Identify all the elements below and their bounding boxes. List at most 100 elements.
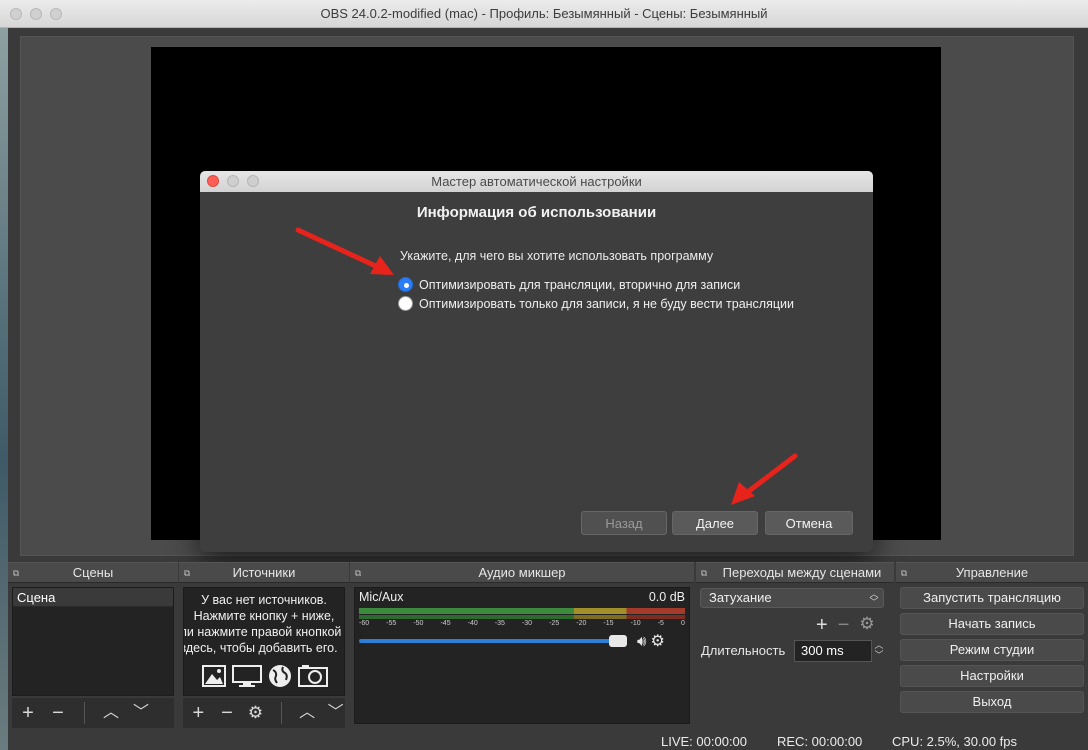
- meter-tick-label: -30: [521, 620, 533, 627]
- controls-dock: ⧉ Управление Запустить трансляцию Начать…: [896, 562, 1088, 730]
- move-up-icon[interactable]: ︿: [101, 703, 121, 723]
- dialog-title: Мастер автоматической настройки: [431, 174, 642, 189]
- updown-chevron-icon: ︿ ﹀: [869, 589, 879, 607]
- next-button[interactable]: Далее: [672, 511, 758, 535]
- dialog-description: Укажите, для чего вы хотите использовать…: [400, 249, 714, 263]
- empty-line: или нажмите правой кнопкой: [184, 625, 342, 639]
- scenes-dock-title: ⧉ Сцены: [8, 562, 178, 583]
- window-titlebar: OBS 24.0.2-modified (mac) - Профиль: Без…: [0, 0, 1088, 28]
- radio-option-streaming[interactable]: Оптимизировать для трансляции, вторично …: [398, 277, 740, 292]
- mixer-channel-header: Mic/Aux 0.0 dB: [355, 588, 689, 606]
- radio-label: Оптимизировать только для записи, я не б…: [419, 296, 794, 311]
- camera-icon: [297, 665, 328, 687]
- dock-area: ⧉ Сцены Сцена + − ︿ ﹀ ⧉ Источники У вас …: [8, 562, 1088, 730]
- image-icon: [201, 665, 226, 687]
- radio-label: Оптимизировать для трансляции, вторично …: [419, 277, 741, 292]
- transition-buttons: + − ⚙: [816, 614, 875, 637]
- cpu-status: CPU: 2.5%, 30.00 fps: [892, 734, 1018, 749]
- dialog-heading: Информация об использовании: [416, 204, 657, 221]
- meter-tick-label: -15: [603, 620, 614, 627]
- volume-meter: [359, 608, 685, 614]
- globe-icon: [268, 665, 291, 687]
- settings-button[interactable]: Настройки: [900, 665, 1084, 687]
- duration-input[interactable]: 300 ms: [794, 640, 872, 662]
- meter-tick-label: 0: [680, 620, 685, 627]
- empty-line: У вас нет источников.: [201, 593, 327, 607]
- meter-tick-label: -10: [630, 620, 641, 627]
- add-icon[interactable]: +: [189, 703, 208, 723]
- gear-icon[interactable]: ⚙: [859, 614, 874, 637]
- gear-icon[interactable]: ⚙: [650, 631, 664, 651]
- source-type-icons: [184, 664, 344, 688]
- volume-slider-handle[interactable]: [609, 635, 627, 647]
- dock-float-icon[interactable]: ⧉: [182, 568, 192, 578]
- gear-icon[interactable]: ⚙: [246, 703, 265, 723]
- transition-selected: Затухание: [709, 590, 772, 605]
- back-button[interactable]: Назад: [581, 511, 667, 535]
- auto-config-wizard-dialog: Мастер автоматической настройки Информац…: [200, 171, 873, 552]
- dock-float-icon[interactable]: ⧉: [899, 568, 909, 578]
- studio-mode-button[interactable]: Режим студии: [900, 639, 1084, 661]
- remove-icon[interactable]: −: [48, 703, 68, 723]
- scene-list-item[interactable]: Сцена: [13, 588, 173, 607]
- remove-icon[interactable]: −: [838, 614, 850, 637]
- rec-status: REC: 00:00:00: [777, 734, 863, 749]
- speaker-icon[interactable]: 🔊︎: [637, 633, 646, 650]
- mixer-dock-title: ⧉ Аудио микшер: [350, 562, 694, 583]
- meter-tick-label: -45: [440, 620, 451, 627]
- display-icon: [231, 665, 262, 687]
- controls-title-label: Управление: [955, 565, 1029, 580]
- toolbar-separator: [84, 702, 85, 724]
- transitions-dock: ⧉ Переходы между сценами Затухание ︿ ﹀ + …: [696, 562, 894, 730]
- dock-float-icon[interactable]: ⧉: [353, 568, 363, 578]
- meter-tick-label: -20: [576, 620, 587, 627]
- start-streaming-button[interactable]: Запустить трансляцию: [900, 587, 1084, 609]
- dock-float-icon[interactable]: ⧉: [11, 568, 21, 578]
- cancel-button[interactable]: Отмена: [765, 511, 853, 535]
- remove-icon[interactable]: −: [218, 703, 237, 723]
- window-title: OBS 24.0.2-modified (mac) - Профиль: Без…: [320, 6, 768, 21]
- meter-tick-label: -60: [359, 620, 370, 627]
- dialog-titlebar: Мастер автоматической настройки: [200, 171, 873, 192]
- controls-dock-title: ⧉ Управление: [896, 562, 1088, 583]
- volume-row: 🔊︎ ⚙: [355, 627, 689, 651]
- meter-tick-label: -35: [494, 620, 505, 627]
- mixer-title-label: Аудио микшер: [478, 565, 566, 580]
- sources-dock: ⧉ Источники У вас нет источников. Нажмит…: [179, 562, 349, 730]
- meter-tick-label: -40: [467, 620, 478, 627]
- add-icon[interactable]: +: [18, 703, 38, 723]
- sources-dock-title: ⧉ Источники: [179, 562, 349, 583]
- transitions-dock-title: ⧉ Переходы между сценами: [696, 562, 894, 583]
- channel-name: Mic/Aux: [359, 590, 404, 604]
- sources-list[interactable]: У вас нет источников. Нажмите кнопку + н…: [183, 587, 345, 696]
- sources-title-label: Источники: [232, 565, 296, 580]
- volume-meter-peak: [359, 615, 685, 619]
- scenes-dock: ⧉ Сцены Сцена + − ︿ ﹀: [8, 562, 178, 730]
- dock-float-icon[interactable]: ⧉: [699, 568, 709, 578]
- radio-option-recording[interactable]: Оптимизировать только для записи, я не б…: [398, 296, 794, 311]
- exit-button[interactable]: Выход: [900, 691, 1084, 713]
- meter-tick-label: -5: [657, 620, 664, 627]
- add-icon[interactable]: +: [816, 614, 828, 637]
- status-bar: LIVE: 00:00:00 REC: 00:00:00 CPU: 2.5%, …: [8, 730, 1088, 750]
- meter-tick-label: -50: [413, 620, 424, 627]
- scenes-toolbar: + − ︿ ﹀: [12, 698, 174, 728]
- move-down-icon[interactable]: ﹀: [131, 703, 151, 723]
- meter-ticks: -60 -55 -50 -45 -40 -35 -30 -25 -20 -15 -10 -5 0: [355, 620, 689, 627]
- scenes-title-label: Сцены: [72, 565, 114, 580]
- move-up-icon[interactable]: ︿: [298, 703, 317, 723]
- meter-tick-label: -25: [549, 620, 560, 627]
- channel-level: 0.0 dB: [648, 590, 685, 604]
- move-down-icon[interactable]: ﹀: [326, 703, 345, 723]
- start-recording-button[interactable]: Начать запись: [900, 613, 1084, 635]
- radio-button-unchecked[interactable]: [398, 296, 413, 311]
- volume-slider[interactable]: [359, 635, 627, 647]
- sources-empty-message: У вас нет источников. Нажмите кнопку + н…: [184, 588, 344, 656]
- live-status: LIVE: 00:00:00: [661, 734, 748, 749]
- empty-line: Нажмите кнопку + ниже,: [193, 609, 335, 623]
- toolbar-separator: [280, 702, 282, 724]
- radio-button-checked[interactable]: [398, 277, 413, 292]
- scenes-list[interactable]: Сцена: [12, 587, 174, 696]
- duration-stepper[interactable]: ︿ ﹀: [872, 640, 886, 662]
- transition-select[interactable]: Затухание ︿ ﹀: [700, 588, 884, 608]
